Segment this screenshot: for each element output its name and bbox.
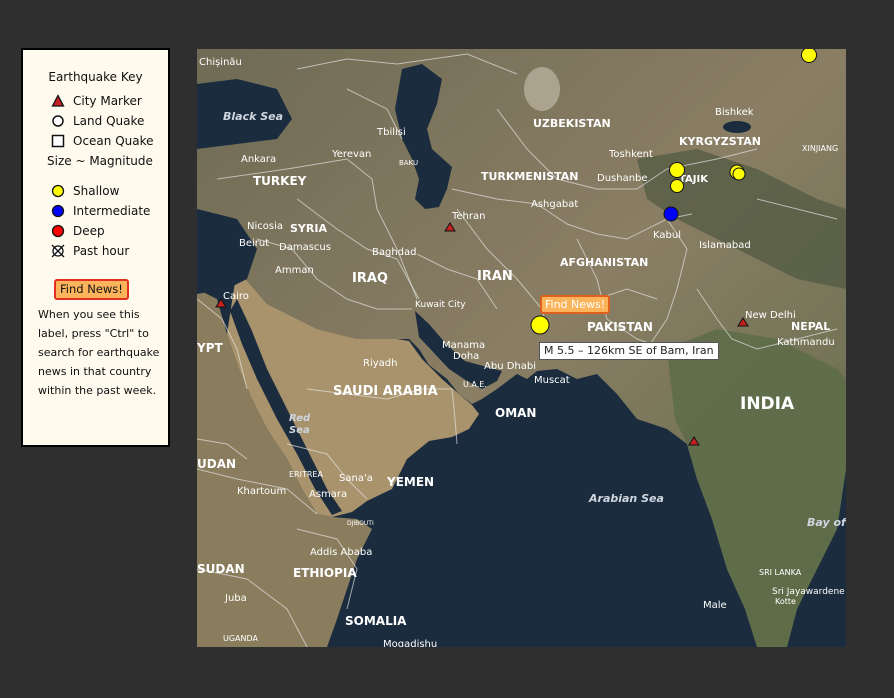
- label-nepal: NEPAL: [791, 320, 830, 333]
- label-yerevan: Yerevan: [331, 149, 371, 160]
- legend-ocean-quake-label: Ocean Quake: [73, 134, 154, 148]
- blue-circle-icon: [51, 204, 65, 218]
- label-turkey: TURKEY: [253, 174, 307, 188]
- yellow-circle-icon: [51, 184, 65, 198]
- label-saudi-arabia: SAUDI ARABIA: [333, 384, 438, 399]
- label-xinjiang: XINJIANG: [802, 144, 838, 153]
- legend-past-hour-label: Past hour: [73, 244, 130, 258]
- label-bay-of: Bay of: [807, 516, 846, 529]
- label-afghanistan: AFGHANISTAN: [560, 256, 648, 269]
- label-red-sea-1: Red: [289, 413, 311, 424]
- label-pakistan: PAKISTAN: [587, 320, 653, 334]
- label-abu-dhabi: Abu Dhabi: [484, 361, 536, 372]
- label-new-delhi: New Delhi: [745, 310, 796, 321]
- label-black-sea: Black Sea: [223, 110, 283, 123]
- label-male: Male: [703, 600, 727, 611]
- aral-sea: [524, 67, 560, 111]
- label-baghdad: Baghdad: [372, 247, 417, 258]
- label-chisinau: Chișinău: [199, 57, 242, 68]
- label-kathmandu: Kathmandu: [777, 337, 835, 348]
- label-juba: Juba: [224, 593, 247, 604]
- label-damascus: Damascus: [279, 242, 331, 253]
- quake-shallow[interactable]: [801, 49, 817, 63]
- label-tehran: Tehran: [451, 211, 485, 222]
- crossed-circle-icon: [51, 244, 65, 258]
- label-red-sea-2: Sea: [289, 425, 310, 436]
- label-cairo: Cairo: [223, 291, 249, 302]
- legend-land-quake-label: Land Quake: [73, 114, 145, 128]
- label-syria: SYRIA: [290, 222, 327, 235]
- legend-size-note: Size ~ Magnitude: [47, 154, 153, 168]
- label-oman: OMAN: [495, 406, 536, 420]
- label-eritrea: ERITREA: [289, 470, 323, 479]
- red-circle-icon: [51, 224, 65, 238]
- label-nicosia: Nicosia: [247, 221, 283, 232]
- triangle-marker-icon: [51, 94, 65, 107]
- quake-bam-iran[interactable]: [530, 315, 550, 335]
- label-uganda: UGANDA: [223, 634, 259, 643]
- legend-shallow-label: Shallow: [73, 184, 120, 198]
- label-yemen: YEMEN: [386, 475, 434, 489]
- label-ethiopia: ETHIOPIA: [293, 566, 357, 580]
- label-somalia: SOMALIA: [345, 614, 407, 628]
- label-ankara: Ankara: [241, 154, 276, 165]
- label-djibouti: DJIBOUTI: [347, 520, 374, 527]
- label-ashgabat: Ashgabat: [531, 199, 578, 210]
- label-mogadishu: Mogadishu: [383, 639, 437, 647]
- legend-intermediate-label: Intermediate: [73, 204, 151, 218]
- quake-intermediate[interactable]: [663, 206, 679, 222]
- label-bishkek: Bishkek: [715, 107, 754, 118]
- label-manama: Manama: [442, 340, 485, 351]
- label-south-sudan: SUDAN: [197, 562, 245, 576]
- label-riyadh: Riyadh: [363, 358, 397, 369]
- label-baku: BAKU: [399, 159, 418, 167]
- label-kyrgyzstan: KYRGYZSTAN: [679, 135, 761, 148]
- find-news-button[interactable]: Find News!: [54, 279, 129, 300]
- satellite-map[interactable]: Chișinău Black Sea UZBEKISTAN Bishkek KY…: [197, 49, 846, 647]
- label-addis-ababa: Addis Ababa: [310, 547, 372, 558]
- find-news-help-text: When you see this label, press "Ctrl" to…: [38, 308, 160, 397]
- label-doha: Doha: [453, 351, 479, 362]
- label-arabian-sea: Arabian Sea: [588, 492, 664, 505]
- legend-title: Earthquake Key: [48, 70, 143, 84]
- quake-shallow[interactable]: [670, 179, 684, 193]
- label-iran: IRAN: [477, 269, 513, 284]
- label-dushanbe: Dushanbe: [597, 173, 648, 184]
- label-tajik: TAJIK: [679, 174, 709, 185]
- label-sri-lanka: SRI LANKA: [759, 568, 802, 577]
- label-tashkent: Toshkent: [608, 149, 653, 160]
- earthquake-key-panel: Earthquake Key City Marker Land Quake Oc…: [21, 48, 170, 447]
- legend-deep-label: Deep: [73, 224, 105, 238]
- map-find-news-button[interactable]: Find News!: [540, 295, 611, 314]
- label-beirut: Beirut: [239, 238, 269, 249]
- label-turkmenistan: TURKMENISTAN: [481, 170, 578, 183]
- label-khartoum: Khartoum: [237, 486, 286, 497]
- quake-tooltip: M 5.5 – 126km SE of Bam, Iran: [539, 342, 719, 360]
- square-outline-icon: [51, 134, 65, 148]
- label-uzbekistan: UZBEKISTAN: [533, 117, 611, 130]
- label-asmara: Asmara: [309, 489, 347, 500]
- label-islamabad: Islamabad: [699, 240, 751, 251]
- label-sri-jayawardene: Sri Jayawardene: [772, 587, 845, 597]
- label-amman: Amman: [275, 265, 314, 276]
- label-tbilisi: Tbilisi: [376, 127, 406, 138]
- label-egypt: YPT: [197, 341, 223, 355]
- label-uae: U.A.E.: [463, 380, 487, 389]
- label-kabul: Kabul: [653, 230, 681, 241]
- map-canvas[interactable]: Chișinău Black Sea UZBEKISTAN Bishkek KY…: [197, 49, 846, 647]
- quake-shallow[interactable]: [669, 162, 685, 178]
- legend-city-marker-label: City Marker: [73, 94, 142, 108]
- label-sanaa: Sana'a: [339, 473, 373, 484]
- label-kuwait: Kuwait City: [415, 300, 466, 310]
- quake-shallow[interactable]: [732, 167, 746, 181]
- label-india: INDIA: [740, 394, 795, 414]
- circle-outline-icon: [52, 115, 64, 127]
- label-muscat: Muscat: [534, 375, 570, 386]
- label-sudan: UDAN: [197, 457, 236, 471]
- label-iraq: IRAQ: [352, 271, 388, 286]
- label-kotte: Kotte: [775, 597, 796, 606]
- lake-issyk-kul: [723, 121, 751, 133]
